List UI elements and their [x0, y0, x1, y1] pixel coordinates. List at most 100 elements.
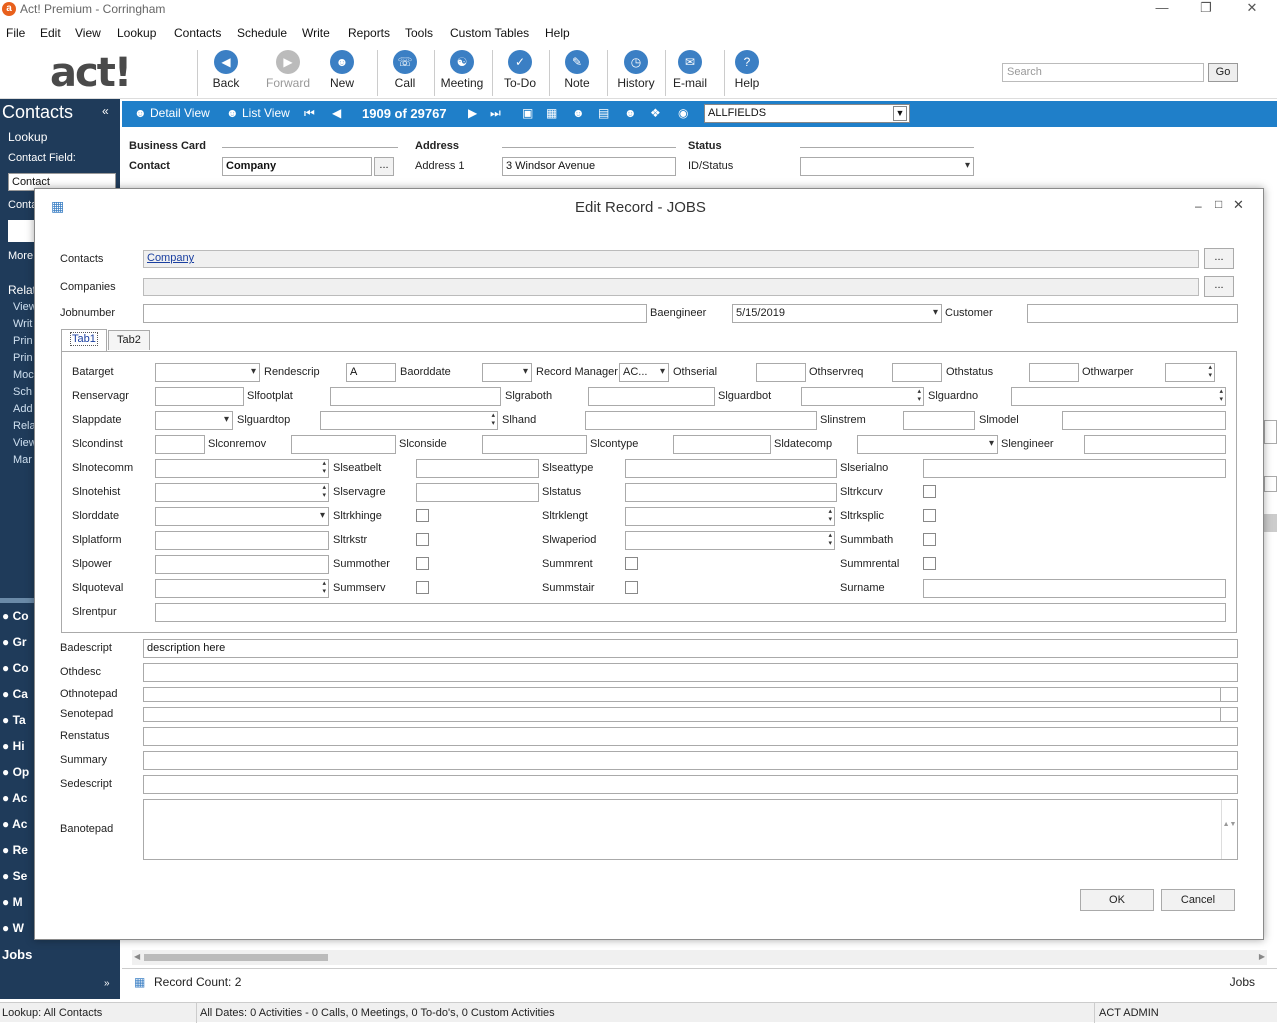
search-input[interactable]: Search: [1002, 63, 1204, 82]
email-button[interactable]: ✉ E-mail: [660, 50, 720, 96]
menu-tools[interactable]: Tools: [405, 26, 433, 40]
summrental-checkbox[interactable]: [923, 557, 936, 570]
previous-record-icon[interactable]: ◀: [332, 106, 341, 120]
nav-jobs[interactable]: Jobs: [2, 947, 32, 962]
sltrkcurv-checkbox[interactable]: [923, 485, 936, 498]
forward-button[interactable]: ▶ Forward: [258, 50, 318, 96]
dialog-maximize-button[interactable]: □: [1215, 197, 1222, 211]
slnotecomm-stepper[interactable]: [155, 459, 329, 478]
sidebar-task-item[interactable]: Writ: [13, 318, 32, 330]
slengineer-field[interactable]: [1084, 435, 1226, 454]
sidebar-task-item[interactable]: Mar: [13, 454, 32, 466]
menu-file[interactable]: File: [6, 26, 25, 40]
horizontal-scrollbar[interactable]: ◀ ▶: [132, 950, 1267, 965]
rendescrip-field[interactable]: A: [346, 363, 396, 382]
slseatbelt-field[interactable]: [416, 459, 539, 478]
user-icon[interactable]: ☻: [572, 106, 585, 120]
slseattype-field[interactable]: [625, 459, 837, 478]
contacts-link[interactable]: Company: [147, 252, 194, 264]
sidebar-lookup[interactable]: Lookup: [8, 130, 47, 144]
slplatform-field[interactable]: [155, 531, 329, 550]
slconremov-field[interactable]: [291, 435, 396, 454]
othstatus-field[interactable]: [1029, 363, 1079, 382]
contact-field[interactable]: Company: [222, 157, 372, 176]
slguardbot-stepper[interactable]: [801, 387, 924, 406]
companies-browse-button[interactable]: ...: [1204, 276, 1234, 297]
nav-act-emarketing[interactable]: ● Ac: [0, 812, 34, 838]
baengineer-date[interactable]: 5/15/2019: [732, 304, 942, 323]
sidebar-splitter[interactable]: [0, 598, 34, 603]
record-manager-select[interactable]: AC...: [619, 363, 669, 382]
nav-search[interactable]: ● Se: [0, 864, 34, 890]
companies-field[interactable]: [143, 278, 1199, 296]
slguardtop-stepper[interactable]: [320, 411, 498, 430]
slquoteval-stepper[interactable]: [155, 579, 329, 598]
list-view-button[interactable]: ☻ List View: [226, 106, 290, 120]
nav-tasks[interactable]: ● Ta: [0, 708, 34, 734]
sltrklengt-stepper[interactable]: [625, 507, 835, 526]
attachment-icon[interactable]: ❖: [650, 106, 661, 120]
todo-button[interactable]: ✓ To-Do: [490, 50, 550, 96]
contact-browse-button[interactable]: ...: [374, 157, 394, 176]
sidebar-task-item[interactable]: Rela: [13, 420, 36, 432]
scroll-right-icon[interactable]: ▶: [1259, 952, 1265, 961]
menu-lookup[interactable]: Lookup: [117, 26, 156, 40]
summrent-checkbox[interactable]: [625, 557, 638, 570]
slguardno-stepper[interactable]: [1011, 387, 1226, 406]
nav-welcome[interactable]: ● W: [0, 916, 34, 942]
contacts-field[interactable]: Company: [143, 250, 1199, 268]
background-scrollbar[interactable]: [1264, 514, 1277, 532]
textarea-scrollbar[interactable]: ▲▼: [1221, 800, 1237, 859]
menu-write[interactable]: Write: [302, 26, 330, 40]
nav-mail[interactable]: ● M: [0, 890, 34, 916]
map-pin-icon[interactable]: ◉: [678, 106, 688, 120]
meeting-button[interactable]: ☯ Meeting: [432, 50, 492, 96]
scrollbar-thumb[interactable]: [144, 954, 328, 961]
address1-field[interactable]: 3 Windsor Avenue: [502, 157, 676, 176]
menu-edit[interactable]: Edit: [40, 26, 61, 40]
slcontype-field[interactable]: [673, 435, 771, 454]
summary-field[interactable]: [143, 751, 1238, 770]
menu-reports[interactable]: Reports: [348, 26, 390, 40]
maximize-button[interactable]: ❐: [1194, 0, 1218, 18]
othnotepad-field[interactable]: [143, 687, 1238, 702]
new-button[interactable]: ☻ New: [312, 50, 372, 96]
note-button[interactable]: ✎ Note: [547, 50, 607, 96]
othserial-field[interactable]: [756, 363, 806, 382]
summother-checkbox[interactable]: [416, 557, 429, 570]
baorddate-select[interactable]: [482, 363, 532, 382]
expand-nav-icon[interactable]: »: [104, 978, 110, 989]
scroll-left-icon[interactable]: ◀: [134, 952, 140, 961]
surname-field[interactable]: [923, 579, 1226, 598]
slorddate-select[interactable]: [155, 507, 329, 526]
slstatus-field[interactable]: [625, 483, 837, 502]
nav-opportunities[interactable]: ● Op: [0, 760, 34, 786]
contact-access-icon[interactable]: ☻: [624, 106, 637, 120]
menu-custom-tables[interactable]: Custom Tables: [450, 26, 529, 40]
slgraboth-field[interactable]: [588, 387, 715, 406]
nav-contacts[interactable]: ● Co: [0, 604, 34, 630]
customer-field[interactable]: [1027, 304, 1238, 323]
slinstrem-field[interactable]: [903, 411, 975, 430]
slservagre-field[interactable]: [416, 483, 539, 502]
menu-view[interactable]: View: [75, 26, 101, 40]
sidebar-task-item[interactable]: Add: [13, 403, 33, 415]
slcondinst-field[interactable]: [155, 435, 205, 454]
detail-view-button[interactable]: ☻ Detail View: [134, 106, 210, 120]
save-icon[interactable]: ▣: [522, 106, 533, 120]
slconside-field[interactable]: [482, 435, 587, 454]
help-button[interactable]: ? Help: [717, 50, 777, 96]
nav-companies[interactable]: ● Co: [0, 656, 34, 682]
summserv-checkbox[interactable]: [416, 581, 429, 594]
print-icon[interactable]: ▦: [546, 106, 557, 120]
sedescript-field[interactable]: [143, 775, 1238, 794]
contacts-browse-button[interactable]: ...: [1204, 248, 1234, 269]
batarget-select[interactable]: [155, 363, 260, 382]
collapse-sidebar-icon[interactable]: «: [102, 104, 109, 118]
badescript-field[interactable]: description here: [143, 639, 1238, 658]
sltrksplic-checkbox[interactable]: [923, 509, 936, 522]
menu-schedule[interactable]: Schedule: [237, 26, 287, 40]
sidebar-task-item[interactable]: Moc: [13, 369, 34, 381]
cancel-button[interactable]: Cancel: [1161, 889, 1235, 911]
idstatus-select[interactable]: [800, 157, 974, 176]
